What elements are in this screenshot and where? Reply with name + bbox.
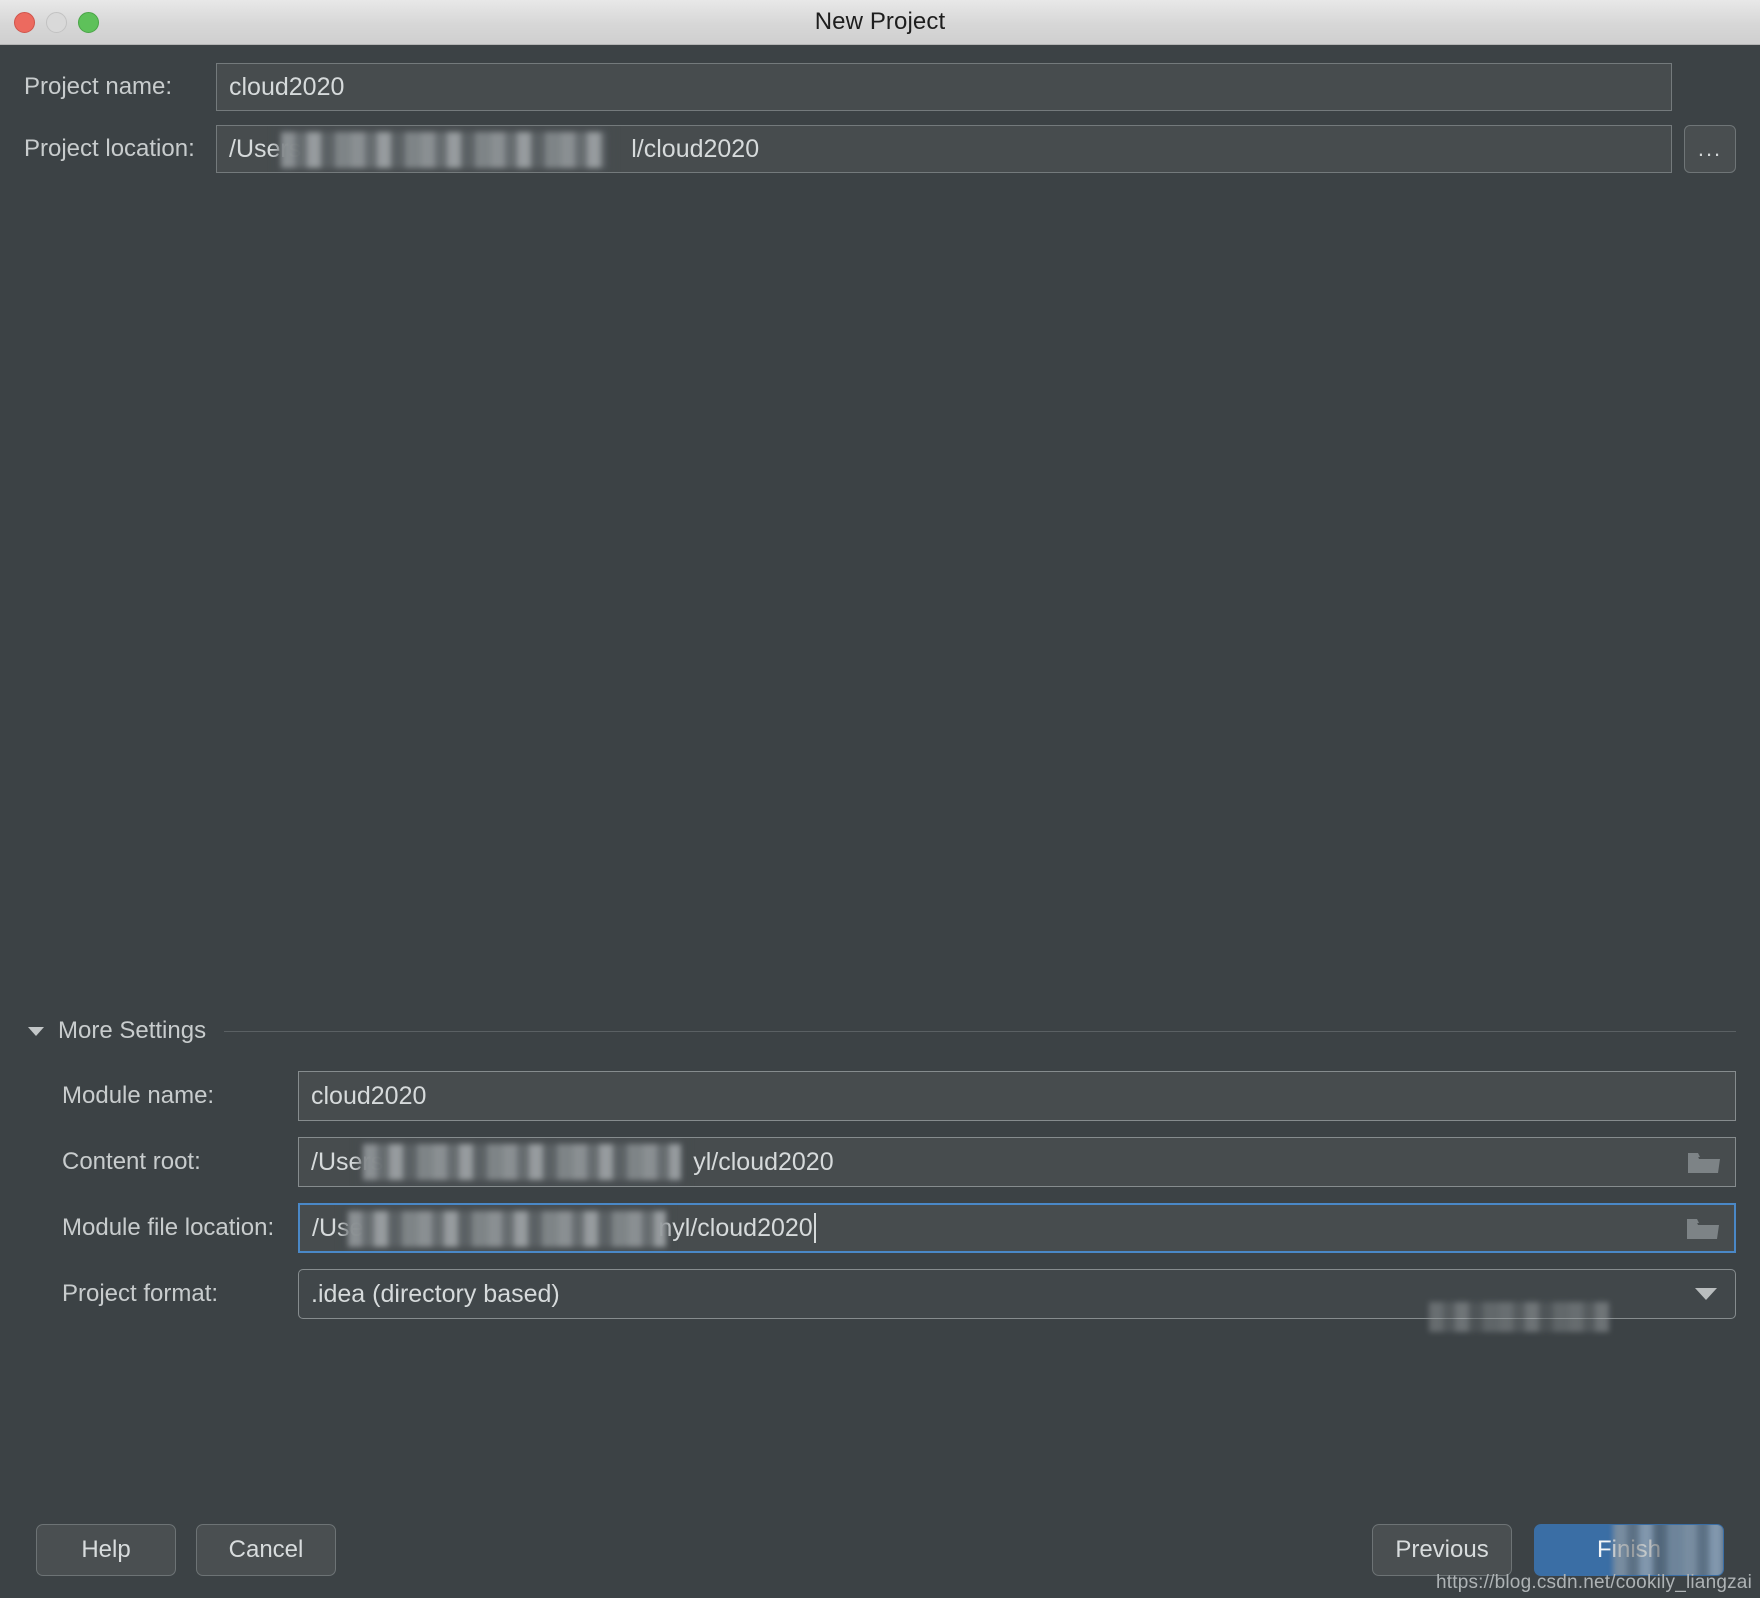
project-format-redaction [1429,1302,1609,1332]
maximize-button[interactable] [78,11,99,33]
title-bar: New Project [0,0,1760,45]
project-format-label: Project format: [62,1280,219,1307]
more-settings-header[interactable]: More Settings [0,1017,1760,1045]
module-name-label: Module name: [62,1082,215,1109]
close-button[interactable] [14,11,35,33]
chevron-down-icon[interactable] [1695,1288,1717,1300]
content-root-redaction-halo [361,1138,683,1186]
window-controls [14,0,99,44]
module-name-input[interactable]: cloud2020 [298,1071,1736,1121]
project-format-value: .idea (directory based) [311,1279,560,1308]
dialog-empty-area [0,187,1760,1017]
more-settings-divider [224,1030,1736,1032]
dialog-footer: Help Cancel Previous Finish https://blog… [0,1502,1760,1598]
project-location-label: Project location: [24,135,195,162]
module-file-location-suffix: nyl/cloud2020 [658,1213,813,1242]
project-location-browse-button[interactable]: ... [1684,125,1736,173]
module-file-location-label: Module file location: [62,1214,275,1241]
window-title: New Project [814,8,946,35]
content-root-redaction [363,1144,681,1180]
module-file-location-redaction [348,1211,666,1247]
finish-button[interactable]: Finish [1534,1524,1724,1576]
help-button[interactable]: Help [36,1524,176,1576]
cancel-button[interactable]: Cancel [196,1524,336,1576]
content-root-input[interactable]: /Users yl/cloud2020 [298,1137,1736,1187]
minimize-button[interactable] [46,11,67,33]
project-location-redaction [281,132,606,168]
content-root-prefix: /Users [311,1147,384,1176]
text-caret [813,1213,816,1243]
project-format-row: Project format: .idea (directory based) [0,1269,1760,1332]
new-project-dialog: New Project Project name: cloud2020 Proj… [0,0,1760,1598]
project-location-row: Project location: /Users l/cloud2020 ... [0,125,1760,173]
watermark-text: https://blog.csdn.net/cookily_liangzai [1435,1572,1752,1593]
project-location-redaction-halo [279,126,609,172]
module-file-location-prefix: /Use [312,1213,364,1242]
project-name-row: Project name: cloud2020 [0,63,1760,111]
finish-button-label: Finish [1596,1536,1662,1563]
content-root-suffix: yl/cloud2020 [693,1147,834,1176]
project-name-input[interactable]: cloud2020 [216,63,1672,111]
project-location-suffix: l/cloud2020 [631,134,760,163]
module-file-location-row: Module file location: /Use nyl/cloud2020 [0,1203,1760,1253]
project-format-select[interactable]: .idea (directory based) [298,1269,1736,1332]
project-name-label: Project name: [24,73,173,100]
project-name-value: cloud2020 [229,72,345,101]
module-name-row: Module name: cloud2020 [0,1071,1760,1121]
folder-icon[interactable] [1686,1215,1720,1241]
content-root-row: Content root: /Users yl/cloud2020 [0,1137,1760,1187]
folder-icon[interactable] [1687,1149,1721,1175]
top-form: Project name: cloud2020 Project location… [0,45,1760,173]
module-file-location-redaction-halo [346,1205,666,1251]
previous-button[interactable]: Previous [1372,1524,1512,1576]
project-location-prefix: /Users [229,134,302,163]
module-file-location-input[interactable]: /Use nyl/cloud2020 [298,1203,1736,1253]
chevron-down-icon[interactable] [28,1026,44,1036]
module-name-value: cloud2020 [311,1081,427,1110]
more-settings-label: More Settings [58,1017,207,1044]
project-location-input[interactable]: /Users l/cloud2020 [216,125,1672,173]
content-root-label: Content root: [62,1148,201,1175]
